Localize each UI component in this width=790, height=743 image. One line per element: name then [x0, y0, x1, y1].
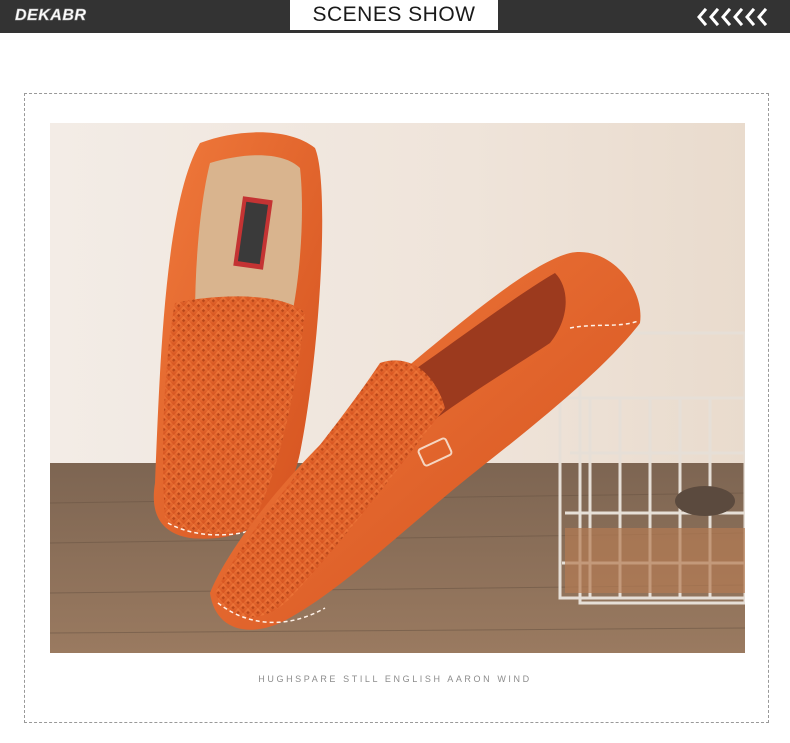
scene-illustration: [50, 123, 745, 653]
brand-logo[interactable]: DEKABR: [15, 6, 87, 26]
section-title-box: SCENES SHOW: [289, 0, 499, 31]
double-left-chevron-icon: [697, 7, 768, 27]
scene-photo: [50, 123, 745, 653]
top-header-bar: DEKABR SCENES SHOW: [0, 0, 790, 33]
photo-caption: HUGHSPARE STILL ENGLISH AARON WIND: [258, 674, 532, 684]
section-title: SCENES SHOW: [312, 3, 476, 26]
